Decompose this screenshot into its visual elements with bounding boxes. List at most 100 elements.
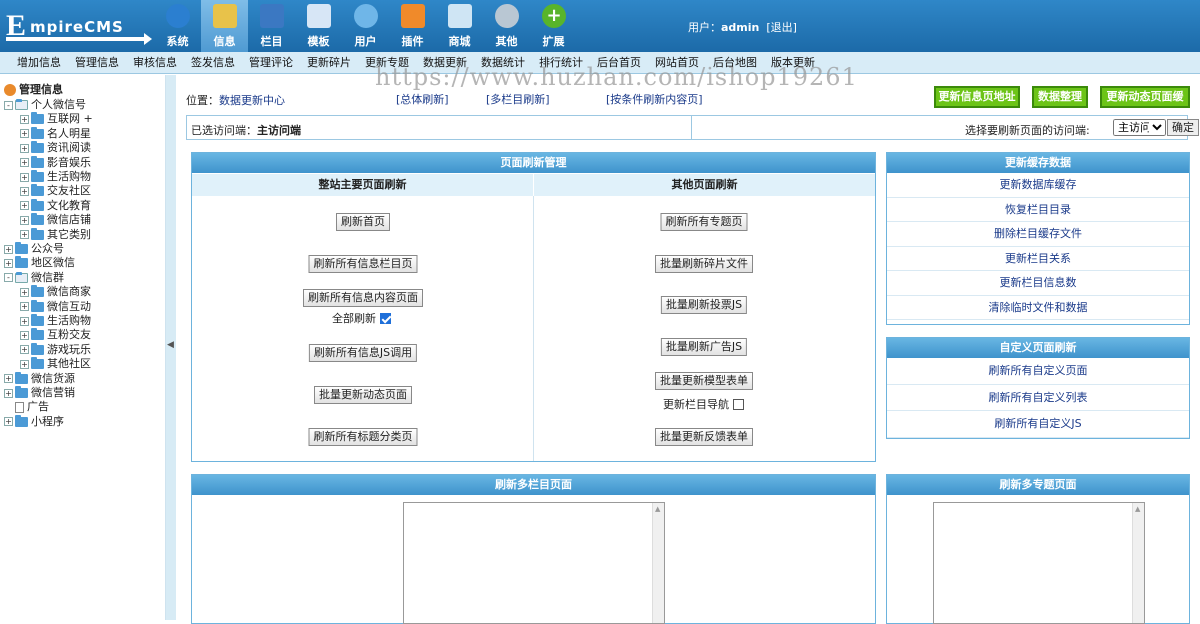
expand-icon[interactable]: + xyxy=(20,302,29,312)
tree-item[interactable]: + 游戏玩乐 xyxy=(20,342,91,357)
expand-icon[interactable]: + xyxy=(4,388,13,398)
tree-item[interactable]: + 资讯阅读 xyxy=(20,141,91,155)
full-refresh-checkbox[interactable] xyxy=(380,312,391,324)
refresh-button[interactable]: 批量刷新投票JS xyxy=(660,296,748,314)
scrollbar[interactable] xyxy=(652,503,664,623)
location-value[interactable]: 数据更新中心 xyxy=(219,94,285,107)
tree-root[interactable]: 管理信息 xyxy=(4,83,63,97)
expand-icon[interactable]: + xyxy=(20,172,29,182)
tree-item[interactable]: + 微信商家 xyxy=(20,285,91,299)
subnav-item[interactable]: 排行统计 xyxy=(532,52,590,73)
link-multi-column-refresh[interactable]: [多栏目刷新] xyxy=(486,91,550,107)
tree-item[interactable]: + 互联网 + xyxy=(20,112,93,126)
expand-icon[interactable]: + xyxy=(20,114,29,124)
tree-item[interactable]: - 个人微信号 xyxy=(4,98,86,112)
nav-folder[interactable]: 栏目 xyxy=(248,0,295,52)
nav-gear[interactable]: 其他 xyxy=(483,0,530,52)
list-link[interactable]: 更新栏目信息数 xyxy=(887,271,1189,296)
tree-item[interactable]: - 微信群 xyxy=(4,271,64,285)
nav-user[interactable]: 用户 xyxy=(342,0,389,52)
refresh-button[interactable]: 刷新所有信息内容页面 xyxy=(303,289,423,307)
expand-icon[interactable]: + xyxy=(4,244,13,254)
expand-icon[interactable]: + xyxy=(20,186,29,196)
expand-icon[interactable]: + xyxy=(20,287,29,297)
expand-icon[interactable]: + xyxy=(4,417,13,427)
collapse-icon[interactable]: - xyxy=(4,100,13,110)
tree-item[interactable]: + 生活购物 xyxy=(20,314,91,328)
topic-list[interactable] xyxy=(933,502,1145,624)
list-link[interactable]: 删除栏目缓存文件 xyxy=(887,222,1189,247)
tree-item[interactable]: + 互粉交友 xyxy=(20,328,91,342)
tree-item[interactable]: 广告 xyxy=(4,400,49,414)
update-nav-checkbox[interactable] xyxy=(733,398,744,410)
tree-item[interactable]: + 微信营销 xyxy=(4,386,75,400)
subnav-item[interactable]: 网站首页 xyxy=(648,52,706,73)
tree-item[interactable]: + 微信店铺 xyxy=(20,213,91,227)
tree-item[interactable]: + 生活购物 xyxy=(20,170,91,184)
expand-icon[interactable]: + xyxy=(4,258,13,268)
scrollbar[interactable] xyxy=(1132,503,1144,623)
list-link[interactable]: 更新数据库缓存 xyxy=(887,173,1189,198)
subnav-item[interactable]: 管理信息 xyxy=(68,52,126,73)
expand-icon[interactable]: + xyxy=(20,316,29,326)
tree-item[interactable]: + 小程序 xyxy=(4,414,64,429)
subnav-item[interactable]: 版本更新 xyxy=(764,52,822,73)
nav-tools[interactable]: 插件 xyxy=(389,0,436,52)
full-refresh-check[interactable]: 全部刷新 xyxy=(332,310,391,326)
subnav-item[interactable]: 更新碎片 xyxy=(300,52,358,73)
tree-item[interactable]: + 名人明星 xyxy=(20,126,91,141)
subnav-item[interactable]: 数据更新 xyxy=(416,52,474,73)
subnav-item[interactable]: 后台首页 xyxy=(590,52,648,73)
tree-item[interactable]: + 微信互动 xyxy=(20,299,91,314)
subnav-item[interactable]: 管理评论 xyxy=(242,52,300,73)
tree-item[interactable]: + 交友社区 xyxy=(20,184,91,198)
column-list[interactable] xyxy=(403,502,665,624)
refresh-button[interactable]: 批量刷新广告JS xyxy=(660,338,748,356)
expand-icon[interactable]: + xyxy=(20,330,29,340)
refresh-button[interactable]: 批量更新反馈表单 xyxy=(655,428,753,446)
tree-item[interactable]: + 文化教育 xyxy=(20,198,91,213)
expand-icon[interactable]: + xyxy=(20,158,29,168)
list-link[interactable]: 刷新所有自定义JS xyxy=(887,411,1189,438)
subnav-item[interactable]: 签发信息 xyxy=(184,52,242,73)
subnav-item[interactable]: 审核信息 xyxy=(126,52,184,73)
confirm-button[interactable]: 确定 xyxy=(1167,119,1199,136)
visitor-select[interactable]: 主访问端 xyxy=(1113,119,1166,136)
tree-item[interactable]: + 其他社区 xyxy=(20,357,91,371)
nav-note-edit[interactable]: 信息 xyxy=(201,0,248,52)
data-cleanup-button[interactable]: 数据整理 xyxy=(1032,86,1088,108)
refresh-button[interactable]: 批量刷新碎片文件 xyxy=(655,255,753,273)
refresh-button[interactable]: 批量更新模型表单 xyxy=(655,372,753,390)
update-info-url-button[interactable]: 更新信息页地址 xyxy=(934,86,1020,108)
subnav-item[interactable]: 后台地图 xyxy=(706,52,764,73)
nav-card[interactable]: 商城 xyxy=(436,0,483,52)
expand-icon[interactable]: + xyxy=(20,143,29,153)
refresh-button[interactable]: 刷新首页 xyxy=(336,213,390,231)
refresh-button[interactable]: 刷新所有信息JS调用 xyxy=(308,344,418,362)
expand-icon[interactable]: + xyxy=(20,215,29,225)
refresh-button[interactable]: 批量更新动态页面 xyxy=(314,386,412,404)
subnav-item[interactable]: 更新专题 xyxy=(358,52,416,73)
nav-plus-circle[interactable]: + 扩展 xyxy=(530,0,577,52)
tree-item[interactable]: + 微信货源 xyxy=(4,371,75,386)
list-link[interactable]: 清除临时文件和数据 xyxy=(887,296,1189,320)
nav-globe[interactable]: 系统 xyxy=(154,0,201,52)
update-nav-check[interactable]: 更新栏目导航 xyxy=(663,396,744,412)
expand-icon[interactable]: + xyxy=(20,345,29,355)
subnav-item[interactable]: 增加信息 xyxy=(10,52,68,73)
expand-icon[interactable]: + xyxy=(20,129,29,139)
refresh-button[interactable]: 刷新所有专题页 xyxy=(660,213,748,231)
refresh-button[interactable]: 刷新所有标题分类页 xyxy=(308,428,418,446)
list-link[interactable]: 刷新所有自定义列表 xyxy=(887,385,1189,411)
expand-icon[interactable]: + xyxy=(20,201,29,211)
tree-item[interactable]: + 其它类别 xyxy=(20,227,91,242)
tree-item[interactable]: + 地区微信 xyxy=(4,256,75,270)
expand-icon[interactable]: + xyxy=(20,359,29,369)
list-link[interactable]: 恢复栏目目录 xyxy=(887,198,1189,222)
list-link[interactable]: 刷新所有自定义页面 xyxy=(887,358,1189,385)
update-dynamic-cache-button[interactable]: 更新动态页面缓存 xyxy=(1100,86,1190,121)
refresh-button[interactable]: 刷新所有信息栏目页 xyxy=(308,255,418,273)
tree-item[interactable]: + 公众号 xyxy=(4,242,64,256)
tree-item[interactable]: + 影音娱乐 xyxy=(20,155,91,170)
logout-link[interactable]: [退出] xyxy=(766,21,797,34)
